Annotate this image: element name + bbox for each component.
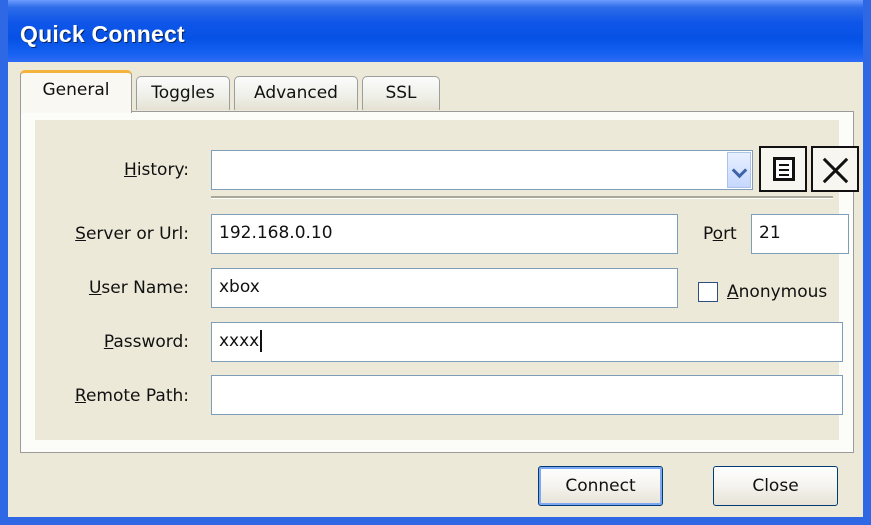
remote-path-input[interactable]: [211, 375, 843, 415]
general-settings-group: History: Server or Url: 192.168.0.10 Por…: [35, 120, 859, 440]
username-label-mnemonic: U: [88, 278, 102, 298]
text-caret: [260, 330, 263, 352]
close-icon: [819, 152, 851, 188]
server-url-input[interactable]: 192.168.0.10: [211, 214, 678, 254]
server-url-value: 192.168.0.10: [219, 223, 333, 243]
list-icon: [773, 157, 795, 181]
anonymous-label[interactable]: Anonymous: [727, 282, 827, 302]
clear-history-button[interactable]: [811, 146, 859, 192]
connect-button[interactable]: Connect: [538, 466, 663, 506]
username-label: User Name:: [89, 278, 189, 298]
password-input[interactable]: xxxx: [211, 322, 843, 362]
port-input[interactable]: 21: [751, 214, 849, 254]
port-label-mnemonic: o: [712, 224, 724, 244]
server-label: Server or Url:: [75, 224, 189, 244]
password-label-text: assword:: [113, 332, 189, 352]
anonymous-label-text: nonymous: [738, 282, 828, 302]
port-label: Port: [703, 224, 737, 244]
remote-path-label-mnemonic: R: [74, 386, 86, 406]
quick-connect-window: Quick Connect General Toggles Advanced S…: [0, 0, 871, 525]
port-value: 21: [759, 223, 781, 243]
anonymous-checkbox[interactable]: [698, 282, 718, 302]
remote-path-label: Remote Path:: [75, 386, 189, 406]
server-label-text: erver or Url:: [85, 224, 189, 244]
username-input[interactable]: xbox: [211, 268, 678, 308]
password-masked-value: xxxx: [219, 331, 260, 351]
username-label-text: ser Name:: [101, 278, 189, 298]
username-value: xbox: [219, 277, 260, 297]
history-separator: [211, 196, 833, 199]
anonymous-label-mnemonic: A: [727, 282, 739, 302]
history-label-mnemonic: H: [124, 160, 137, 180]
close-button[interactable]: Close: [713, 466, 838, 506]
tab-advanced[interactable]: Advanced: [234, 76, 358, 110]
tab-toggles-label: Toggles: [151, 83, 215, 103]
port-label-prefix: P: [703, 224, 713, 244]
tab-ssl[interactable]: SSL: [362, 76, 440, 110]
history-label-text: istory:: [136, 160, 189, 180]
password-label-mnemonic: P: [103, 332, 114, 352]
chevron-down-icon: [731, 162, 748, 179]
tab-general-label: General: [42, 80, 110, 100]
history-label: History:: [124, 160, 189, 180]
port-label-suffix: rt: [723, 224, 737, 244]
password-label: Password:: [104, 332, 189, 352]
history-dropdown-button[interactable]: [727, 152, 751, 188]
general-tab-panel: History: Server or Url: 192.168.0.10 Por…: [20, 111, 859, 453]
history-list-button[interactable]: [759, 146, 807, 192]
server-label-mnemonic: S: [75, 224, 86, 244]
remote-path-label-text: emote Path:: [85, 386, 189, 406]
tab-strip: General Toggles Advanced SSL: [20, 70, 450, 113]
window-title: Quick Connect: [20, 21, 185, 47]
tab-ssl-label: SSL: [385, 83, 417, 103]
history-combobox[interactable]: [211, 150, 753, 190]
tab-general[interactable]: General: [20, 70, 132, 113]
tab-toggles[interactable]: Toggles: [136, 76, 230, 110]
tab-advanced-label: Advanced: [254, 83, 338, 103]
title-bar[interactable]: Quick Connect: [8, 0, 863, 62]
